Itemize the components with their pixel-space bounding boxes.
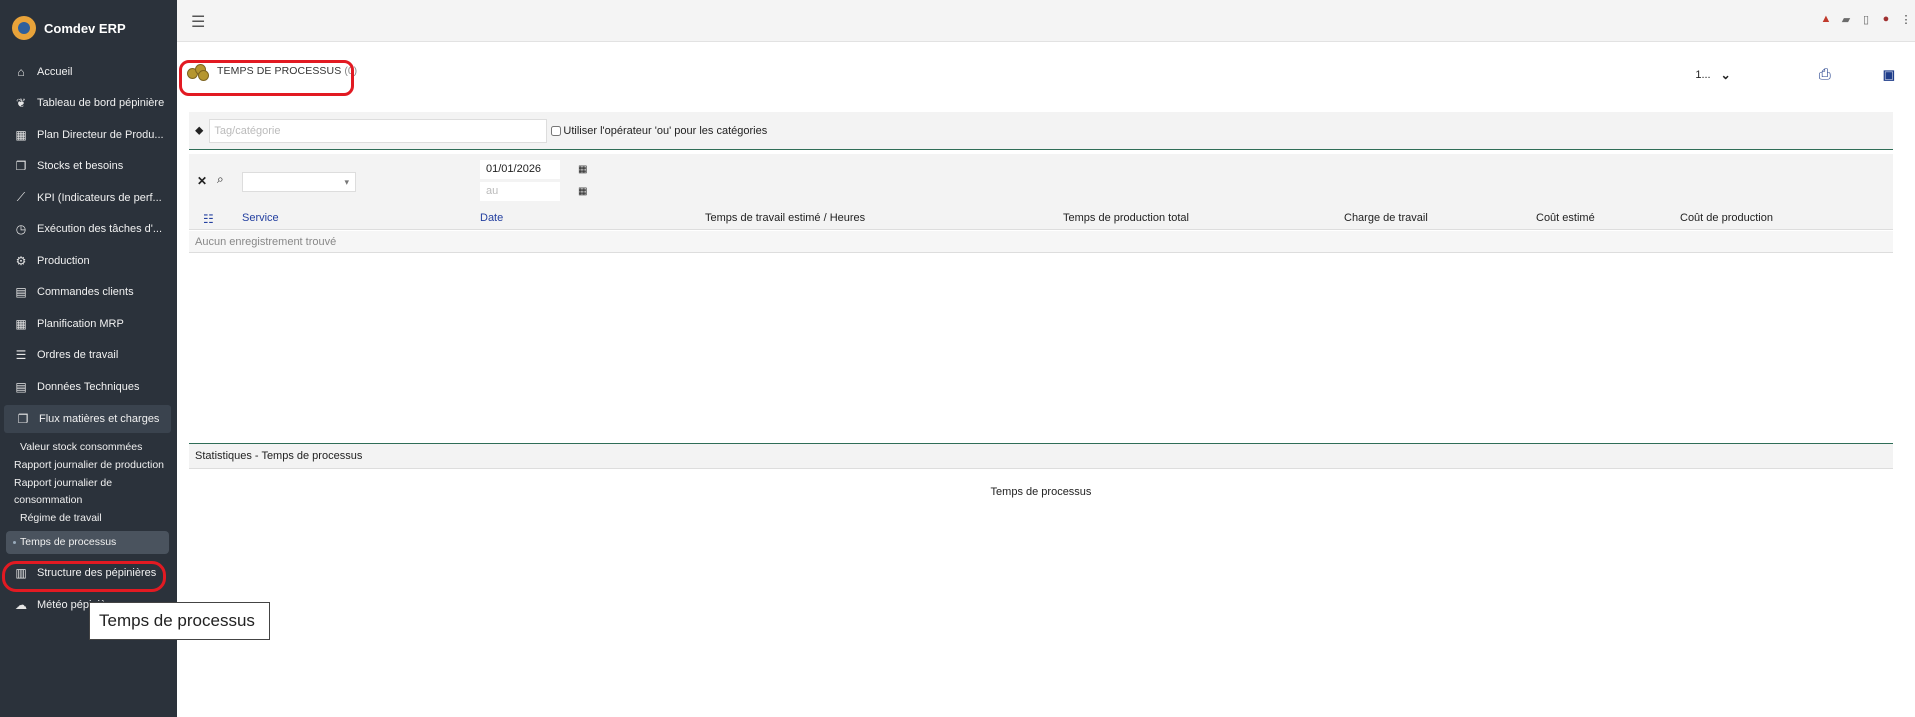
column-date[interactable]: Date — [480, 212, 503, 224]
date-from-input[interactable]: 01/01/2026 — [480, 160, 560, 179]
column-filter-row: ✕ ⌕ ▾ 01/01/2026 ▦ au ▦ — [189, 154, 1893, 208]
topbar: ☰ ▲ ▰ ▯ ● ⋮ — [177, 0, 1915, 42]
brand[interactable]: Comdev ERP — [0, 0, 177, 56]
topbar-icons: ▲ ▰ ▯ ● ⋮ — [1819, 12, 1913, 26]
sidebar-item-structure[interactable]: ▥ Structure des pépinières — [0, 558, 177, 590]
column-cout-estime[interactable]: Coût estimé — [1536, 212, 1595, 224]
or-operator-checkbox-input[interactable] — [551, 125, 562, 136]
clear-filters-icon[interactable]: ✕ — [197, 174, 207, 188]
tag-category-input[interactable] — [209, 118, 548, 143]
calendar-icon: ▦ — [15, 316, 27, 331]
sidebar-item-label: Données Techniques — [37, 380, 140, 393]
statistics-chart-title: Temps de processus — [990, 486, 1092, 498]
cogs-icon: ⚙ — [15, 253, 27, 268]
coins-icon — [187, 62, 209, 81]
file-icon: ▤ — [15, 285, 27, 300]
more-vertical-icon[interactable]: ⋮ — [1899, 12, 1913, 26]
date-to-input[interactable]: au — [480, 182, 560, 201]
file-icon: ▤ — [15, 379, 27, 394]
submenu-item-rapport-production[interactable]: Rapport journalier de production — [0, 457, 177, 474]
record-count: (0) — [344, 65, 358, 77]
sidebar-item-kpi[interactable]: ⟋ KPI (Indicateurs de perf... — [0, 182, 177, 214]
column-chooser-icon[interactable]: ☷ — [203, 212, 214, 226]
home-icon: ⌂ — [17, 64, 25, 79]
clock-icon: ◷ — [15, 222, 27, 237]
page-size-select[interactable]: 1... ⌄ — [1695, 68, 1730, 82]
statistics-header: Statistiques - Temps de processus — [189, 443, 1893, 469]
column-service[interactable]: Service — [242, 212, 279, 224]
sidebar-item-flux-matieres[interactable]: ❐ Flux matières et charges — [4, 404, 171, 433]
column-temps-travail-estime[interactable]: Temps de travail estimé / Heures — [705, 212, 865, 224]
sidebar-item-planification-mrp[interactable]: ▦ Planification MRP — [0, 308, 177, 340]
empty-table-message: Aucun enregistrement trouvé — [189, 231, 1893, 253]
weather-icon: ☁ — [15, 597, 27, 612]
column-cout-production[interactable]: Coût de production — [1680, 212, 1773, 224]
page-size-value: 1... — [1695, 68, 1711, 81]
sidebar-item-plan-directeur[interactable]: ▦ Plan Directeur de Produ... — [0, 119, 177, 151]
sidebar-item-ordres-de-travail[interactable]: ☰ Ordres de travail — [0, 340, 177, 372]
clipboard-icon[interactable]: ▯ — [1859, 12, 1873, 26]
header-actions: 1... ⌄ ⎙ ▣ — [1695, 66, 1895, 83]
search-icon[interactable]: ⌕ — [217, 172, 224, 187]
sidebar-item-label: Plan Directeur de Produ... — [37, 128, 164, 141]
table-header: ☷ Service Date Temps de travail estimé /… — [189, 208, 1893, 230]
column-charge-travail[interactable]: Charge de travail — [1344, 212, 1428, 224]
main-content: TEMPS DE PROCESSUS (0) 1... ⌄ ⎙ ▣ ⬥ Util… — [177, 42, 1915, 717]
chevron-down-icon: ⌄ — [1720, 67, 1731, 82]
sidebar-item-label: Commandes clients — [37, 286, 134, 299]
sidebar-item-tableau-de-bord[interactable]: ❦ Tableau de bord pépinière — [0, 88, 177, 120]
sidebar-item-label: Structure des pépinières — [37, 567, 157, 580]
sidebar-item-label: Production — [37, 254, 90, 267]
sidebar-item-label: Accueil — [37, 65, 73, 78]
tasks-icon: ☰ — [15, 348, 27, 363]
service-filter-select[interactable]: ▾ — [242, 172, 356, 192]
sidebar-item-label: Ordres de travail — [37, 349, 119, 362]
calendar-icon[interactable]: ▦ — [578, 186, 587, 197]
sidebar-item-label: Flux matières et charges — [39, 412, 160, 425]
calendar-icon[interactable]: ▦ — [578, 164, 587, 175]
sidebar-item-commandes-clients[interactable]: ▤ Commandes clients — [0, 277, 177, 309]
grid-icon: ▥ — [15, 566, 27, 581]
sidebar-item-label: Planification MRP — [37, 317, 124, 330]
boxes-icon: ❐ — [15, 159, 27, 174]
hamburger-menu-icon[interactable]: ☰ — [191, 12, 205, 32]
sidebar-item-donnees-techniques[interactable]: ▤ Données Techniques — [0, 371, 177, 403]
sidebar-item-production[interactable]: ⚙ Production — [0, 245, 177, 277]
sidebar-item-stocks[interactable]: ❐ Stocks et besoins — [0, 151, 177, 183]
submenu-item-temps-processus[interactable]: Temps de processus — [6, 530, 169, 554]
chat-icon[interactable]: ▰ — [1839, 12, 1853, 26]
sidebar-item-label: Tableau de bord pépinière — [37, 97, 165, 110]
leaf-icon: ❦ — [15, 96, 27, 111]
sidebar-item-accueil[interactable]: ⌂ Accueil — [0, 56, 177, 88]
column-temps-production-total[interactable]: Temps de production total — [1063, 212, 1189, 224]
sidebar-submenu: Valeur stock consommées Rapport journali… — [0, 435, 177, 554]
chart-line-icon: ⟋ — [16, 190, 26, 205]
print-button[interactable]: ⎙ — [1819, 66, 1831, 83]
brand-logo-icon — [12, 16, 36, 40]
sidebar-item-label: Exécution des tâches d'... — [37, 223, 163, 236]
page-title: TEMPS DE PROCESSUS — [217, 65, 342, 77]
tag-icon: ⬥ — [195, 123, 204, 137]
tag-filter-bar: ⬥ Utiliser l'opérateur 'ou' pour les cat… — [189, 112, 1893, 150]
boxes-icon: ❐ — [17, 411, 29, 426]
brand-name: Comdev ERP — [44, 20, 126, 36]
sidebar-item-execution-taches[interactable]: ◷ Exécution des tâches d'... — [0, 214, 177, 246]
sidebar-item-label: Stocks et besoins — [37, 160, 124, 173]
calendar-icon: ▦ — [15, 127, 27, 142]
or-operator-label: Utiliser l'opérateur 'ou' pour les catég… — [563, 124, 768, 137]
tooltip: Temps de processus — [89, 602, 270, 640]
page-header: TEMPS DE PROCESSUS (0) — [187, 62, 358, 81]
sidebar-item-label: KPI (Indicateurs de perf... — [37, 191, 162, 204]
or-operator-checkbox[interactable]: Utiliser l'opérateur 'ou' pour les catég… — [551, 125, 767, 137]
submenu-item-rapport-consommation[interactable]: Rapport journalier de consommation — [0, 475, 177, 509]
notifications-icon[interactable]: ▲ — [1819, 12, 1833, 26]
submenu-item-valeur-stock[interactable]: Valeur stock consommées — [0, 439, 177, 456]
submenu-item-regime-travail[interactable]: Régime de travail — [0, 510, 177, 527]
avatar-icon[interactable]: ● — [1879, 12, 1893, 26]
excel-export-button[interactable]: ▣ — [1883, 67, 1895, 83]
